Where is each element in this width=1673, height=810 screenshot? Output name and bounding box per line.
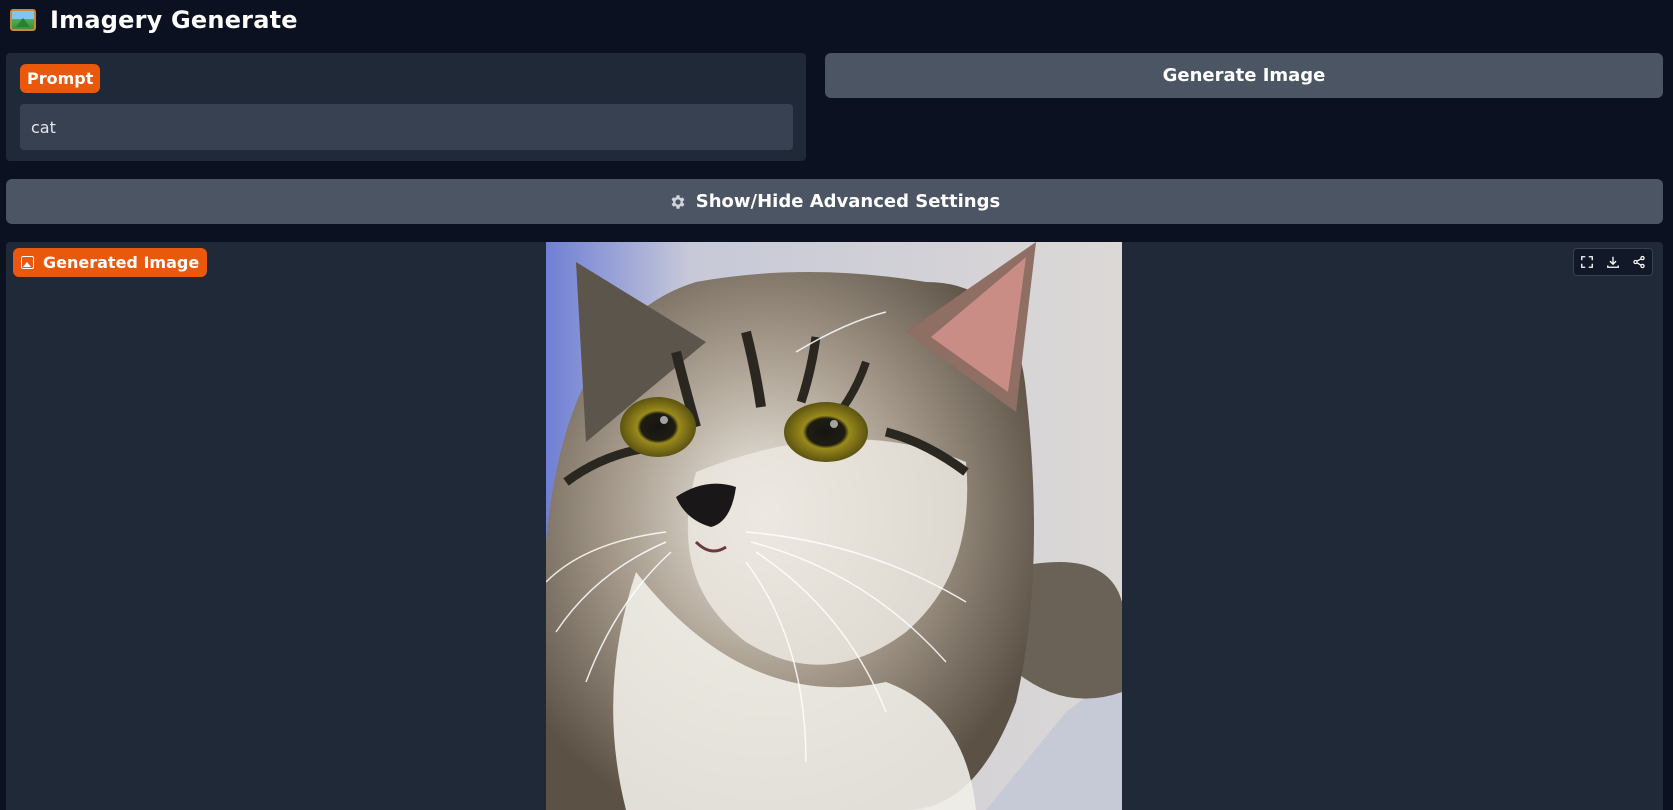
image-icon [21,256,34,269]
prompt-label: Prompt [20,64,101,93]
share-icon [1633,255,1645,269]
share-button[interactable] [1626,249,1652,275]
image-toolbar [1573,248,1653,276]
framed-picture-icon [10,9,36,31]
generate-image-button[interactable]: Generate Image [825,53,1663,98]
app-header: Imagery Generate [10,4,298,36]
download-icon [1607,256,1619,268]
prompt-panel: Prompt [6,53,806,161]
gear-icon [671,194,685,209]
fullscreen-button[interactable] [1574,249,1600,275]
app-title: Imagery Generate [50,6,298,34]
prompt-input[interactable] [20,104,793,150]
generated-image-label: Generated Image [13,248,208,277]
advanced-settings-label: Show/Hide Advanced Settings [695,191,1001,212]
advanced-settings-toggle-button[interactable]: Show/Hide Advanced Settings [6,179,1663,224]
generated-image-label-text: Generated Image [43,253,200,272]
download-button[interactable] [1600,249,1626,275]
generated-cat-image [546,242,1122,810]
generated-image-panel: Generated Image [6,242,1663,810]
fullscreen-icon [1581,256,1593,268]
cat-photo [546,242,1122,810]
generate-image-label: Generate Image [1162,65,1326,86]
